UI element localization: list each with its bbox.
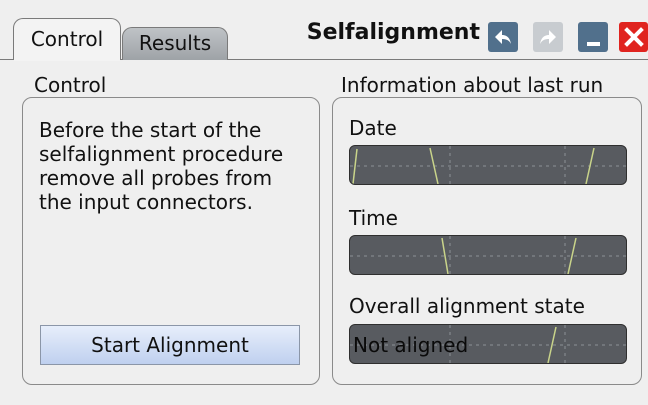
time-field: [349, 235, 627, 275]
date-field: [349, 145, 627, 185]
redo-button[interactable]: [533, 22, 563, 52]
control-heading: Control: [34, 73, 107, 97]
close-button[interactable]: [619, 22, 648, 52]
field-waveform-decoration: [350, 236, 626, 274]
info-heading: Information about last run: [341, 73, 604, 97]
time-label: Time: [349, 206, 398, 230]
undo-arrow-icon: [495, 30, 511, 44]
minimize-button[interactable]: [578, 22, 608, 52]
minimize-icon: [586, 42, 600, 46]
alignment-state-value: Not aligned: [353, 333, 469, 357]
alignment-state-label: Overall alignment state: [349, 294, 585, 318]
field-waveform-decoration: [350, 146, 626, 184]
selfalignment-dialog: Control Results Selfalignment Control Be…: [0, 0, 648, 405]
redo-arrow-icon: [540, 30, 556, 44]
tab-control[interactable]: Control: [13, 18, 121, 60]
alignment-state-field: Not aligned: [349, 324, 627, 364]
dialog-title: Selfalignment: [306, 20, 480, 45]
instructions-text: Before the start of the selfalignment pr…: [39, 118, 284, 214]
undo-button[interactable]: [488, 22, 518, 52]
close-x-icon: [623, 27, 644, 47]
start-alignment-button[interactable]: Start Alignment: [40, 325, 300, 365]
tab-results[interactable]: Results: [122, 27, 228, 60]
date-label: Date: [349, 116, 397, 140]
